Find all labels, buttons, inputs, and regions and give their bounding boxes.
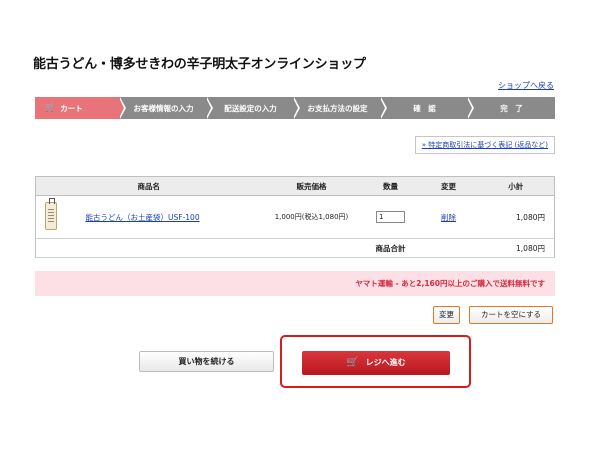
table-header-row: 商品名 販売価格 数量 変更 小計 [35,176,555,196]
cart-table: 商品名 販売価格 数量 変更 小計 能古うどん（お土産袋）USF-100 1,0… [35,176,555,258]
cart-icon: 🛒 [45,103,57,113]
product-name-link[interactable]: 能古うどん（お土産袋）USF-100 [86,213,200,222]
header-subtotal: 小計 [477,176,555,196]
total-label: 商品合計 [361,238,420,258]
table-row: 能古うどん（お土産袋）USF-100 1,000円(税込1,080円) 1 削除… [35,195,555,239]
proceed-to-checkout-button[interactable]: 🛒 レジへ進む [302,351,450,375]
checkout-progress-steps: 🛒 カート お客様情報の入力 配送設定の入力 お支払方法の設定 確 認 完 了 [35,97,555,119]
quantity-input[interactable]: 1 [376,211,405,223]
step-label: 完 了 [500,103,523,113]
delete-item-link[interactable]: 削除 [441,213,456,222]
step-label: お客様情報の入力 [133,103,194,113]
law-link-box: » 特定商取引法に基づく表記 (返品など) [414,136,555,154]
step-payment: お支払方法の設定 [294,97,387,119]
step-label: カート [60,103,83,113]
step-label: 配送設定の入力 [224,103,277,113]
header-product-name: 商品名 [35,176,262,196]
product-bag-icon[interactable] [44,198,57,230]
checkout-label: レジへ進む [365,358,406,367]
shop-title: 能古うどん・博多せきわの辛子明太子オンラインショップ [33,57,366,72]
continue-shopping-button[interactable]: 買い物を続ける [139,351,274,372]
step-complete: 完 了 [468,97,555,119]
total-row: 商品合計 1,080円 [35,238,555,258]
step-delivery: 配送設定の入力 [207,97,300,119]
step-label: お支払方法の設定 [307,103,368,113]
back-to-shop-link[interactable]: ショップへ戻る [498,80,554,91]
specified-commercial-transactions-link[interactable]: » 特定商取引法に基づく表記 (返品など) [422,141,548,149]
empty-cart-button[interactable]: カートを空にする [469,306,553,324]
step-cart: 🛒 カート [35,97,126,119]
product-price: 1,000円(税込1,080円) [261,195,362,239]
change-button[interactable]: 変更 [433,306,460,324]
cart-icon: 🛒 [346,357,359,368]
step-customer-info: お客様情報の入力 [120,97,213,119]
header-quantity: 数量 [361,176,420,196]
total-value: 1,080円 [477,238,555,258]
shipping-notice: ヤマト運輸 - あと2,160円以上のご購入で送料無料です [35,271,555,296]
step-confirm: 確 認 [381,97,474,119]
step-label: 確 認 [413,103,436,113]
header-edit: 変更 [419,176,478,196]
item-subtotal: 1,080円 [477,195,555,239]
header-price: 販売価格 [261,176,362,196]
